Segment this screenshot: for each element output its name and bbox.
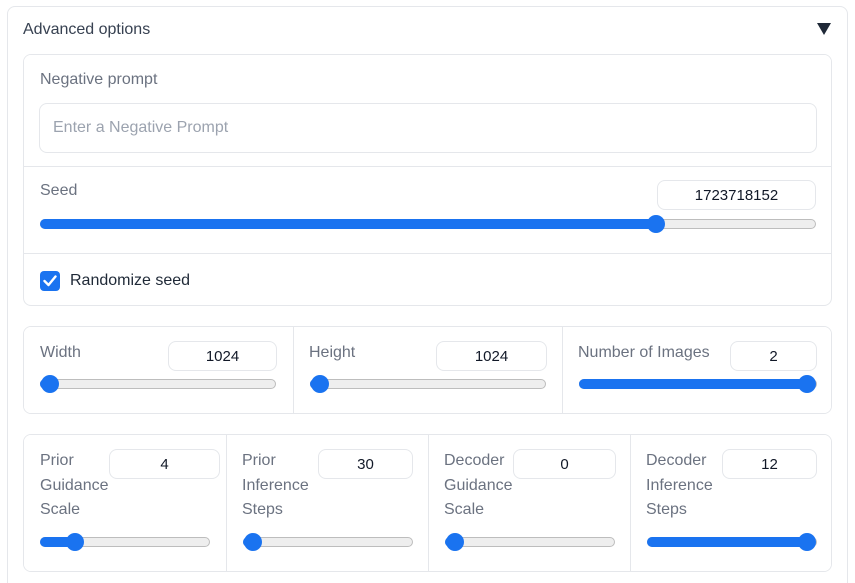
num-images-slider-fill bbox=[579, 379, 807, 389]
checkmark-icon bbox=[43, 275, 57, 287]
num-images-block: Number of Images bbox=[563, 327, 831, 413]
prior-steps-block: Prior Inference Steps bbox=[227, 435, 428, 571]
width-label: Width bbox=[40, 344, 81, 361]
prior-guidance-block: Prior Guidance Scale bbox=[24, 435, 226, 571]
advanced-options-title[interactable]: Advanced options bbox=[23, 21, 150, 39]
height-number-input[interactable] bbox=[436, 341, 547, 371]
seed-label: Seed bbox=[40, 182, 78, 199]
prior-steps-label: Prior Inference Steps bbox=[242, 452, 309, 518]
height-slider-thumb[interactable] bbox=[311, 375, 329, 393]
width-number-input[interactable] bbox=[168, 341, 277, 371]
width-slider-thumb[interactable] bbox=[41, 375, 59, 393]
prompt-seed-group: Negative prompt Seed Randomize seed bbox=[23, 54, 832, 306]
inference-settings-group: Prior Guidance Scale Prior Inference Ste… bbox=[23, 434, 832, 572]
seed-slider[interactable] bbox=[40, 215, 816, 233]
decoder-steps-label: Decoder Inference Steps bbox=[646, 452, 713, 518]
decoder-guidance-number-input[interactable] bbox=[513, 449, 616, 479]
decoder-steps-slider[interactable] bbox=[647, 533, 817, 551]
prior-guidance-label: Prior Guidance Scale bbox=[40, 452, 109, 518]
decoder-guidance-slider-thumb[interactable] bbox=[446, 533, 464, 551]
decoder-steps-number-input[interactable] bbox=[722, 449, 817, 479]
prior-steps-number-input[interactable] bbox=[318, 449, 413, 479]
prior-guidance-slider[interactable] bbox=[40, 533, 210, 551]
num-images-label: Number of Images bbox=[578, 344, 710, 361]
num-images-number-input[interactable] bbox=[730, 341, 817, 371]
num-images-slider[interactable] bbox=[579, 375, 817, 393]
decoder-guidance-label: Decoder Guidance Scale bbox=[444, 452, 513, 518]
height-slider[interactable] bbox=[310, 375, 546, 393]
width-block: Width bbox=[24, 327, 293, 413]
seed-slider-fill bbox=[40, 219, 657, 229]
decoder-steps-slider-thumb[interactable] bbox=[798, 533, 816, 551]
negative-prompt-block: Negative prompt bbox=[24, 55, 831, 167]
randomize-seed-label[interactable]: Randomize seed bbox=[70, 269, 190, 293]
seed-slider-thumb[interactable] bbox=[647, 215, 666, 233]
prior-steps-slider[interactable] bbox=[243, 533, 413, 551]
randomize-seed-checkbox[interactable] bbox=[40, 271, 60, 291]
divider bbox=[24, 253, 831, 254]
width-slider[interactable] bbox=[40, 375, 276, 393]
prior-guidance-number-input[interactable] bbox=[109, 449, 220, 479]
decoder-guidance-slider[interactable] bbox=[445, 533, 615, 551]
prior-steps-slider-thumb[interactable] bbox=[244, 533, 262, 551]
decoder-steps-slider-fill bbox=[647, 537, 807, 547]
triangle-down-icon[interactable] bbox=[817, 23, 831, 35]
negative-prompt-input[interactable] bbox=[39, 103, 817, 153]
negative-prompt-label: Negative prompt bbox=[40, 71, 158, 88]
height-label: Height bbox=[309, 344, 356, 361]
height-block: Height bbox=[294, 327, 562, 413]
decoder-guidance-block: Decoder Guidance Scale bbox=[429, 435, 630, 571]
num-images-slider-thumb[interactable] bbox=[798, 375, 816, 393]
seed-block: Seed bbox=[24, 167, 831, 253]
prior-guidance-slider-thumb[interactable] bbox=[65, 533, 84, 551]
seed-number-input[interactable] bbox=[657, 180, 816, 210]
dimensions-group: Width Height Number of Images bbox=[23, 326, 832, 414]
decoder-steps-block: Decoder Inference Steps bbox=[631, 435, 831, 571]
